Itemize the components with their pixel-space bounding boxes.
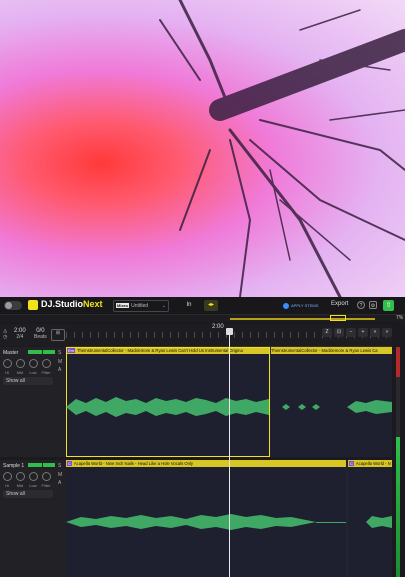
loop-icon[interactable]: ◂▸ bbox=[204, 300, 218, 311]
knob-label: Low bbox=[29, 370, 37, 375]
time-display: 2:00 2/4 bbox=[14, 328, 26, 340]
filter-knob[interactable] bbox=[42, 472, 51, 481]
metronome-icon[interactable]: ◬ ◷ bbox=[3, 328, 7, 340]
eq-mid-knob[interactable] bbox=[16, 359, 25, 368]
project-selector[interactable]: Mixes Untitled ⌄ bbox=[113, 300, 169, 312]
solo-button[interactable]: S bbox=[58, 463, 61, 469]
clip-title: Acapella World - N bbox=[355, 461, 391, 466]
eq-mid-knob[interactable] bbox=[16, 472, 25, 481]
knob-label: Mid bbox=[16, 483, 24, 488]
show-all-select[interactable]: Show all bbox=[3, 377, 53, 385]
skip-back-button[interactable]: « bbox=[370, 328, 380, 337]
key-tag: C bbox=[349, 461, 354, 466]
knob-label: Mid bbox=[16, 370, 24, 375]
dj-studio-logo-icon bbox=[28, 300, 38, 310]
clip-header[interactable]: TheInstrumentalCollector - Macklemore & … bbox=[271, 347, 392, 354]
level-meter-right bbox=[43, 463, 55, 467]
eq-hi-knob[interactable] bbox=[3, 359, 12, 368]
clip-title: Acapella World - Nine Inch Nails - Head … bbox=[73, 461, 193, 466]
chevron-down-icon: ⌄ bbox=[161, 303, 166, 309]
in-point-button[interactable]: In bbox=[183, 300, 195, 311]
eq-hi-knob[interactable] bbox=[3, 472, 12, 481]
project-name: Untitled bbox=[131, 303, 149, 309]
track-header-master: Master S M A Hi Mid Low Filter Show all bbox=[0, 347, 66, 457]
show-all-select[interactable]: Show all bbox=[3, 490, 53, 498]
overview-timeline bbox=[230, 318, 375, 320]
clip-header[interactable]: C Acapella World - N bbox=[348, 460, 392, 467]
filter-knob[interactable] bbox=[42, 359, 51, 368]
level-meter bbox=[28, 350, 42, 354]
beats-display: 0/0 Beats bbox=[34, 328, 47, 340]
mix-overview[interactable]: 7% bbox=[0, 315, 405, 322]
eq-low-knob[interactable] bbox=[29, 472, 38, 481]
meter-fill bbox=[396, 437, 400, 577]
settings-icon[interactable]: ⚙ bbox=[369, 301, 377, 309]
zoom-out-button[interactable]: − bbox=[346, 328, 356, 337]
ruler-time-label: 2:00 bbox=[212, 324, 224, 330]
level-meter bbox=[28, 463, 42, 467]
eq-low-knob[interactable] bbox=[29, 359, 38, 368]
zoom-in-button[interactable]: + bbox=[358, 328, 368, 337]
tree-branches-image bbox=[159, 0, 405, 297]
app-brand: DJ.StudioNext bbox=[41, 299, 103, 309]
track-header-sample: Sample 1 S M A Hi Mid Low Filter Show al… bbox=[0, 460, 66, 577]
lock-icon[interactable]: ⊡ bbox=[334, 328, 344, 337]
knob-label: Hi bbox=[5, 370, 9, 375]
grid-toggle[interactable]: ⊞ bbox=[51, 329, 65, 341]
clip-header[interactable]: C Acapella World - Nine Inch Nails - Head… bbox=[66, 460, 346, 467]
knob-label: Low bbox=[29, 483, 37, 488]
snap-button[interactable]: Z bbox=[322, 328, 332, 337]
mute-button[interactable]: M bbox=[58, 472, 62, 478]
eq-knobs: Hi Mid Low Filter bbox=[3, 472, 57, 488]
master-level-meter bbox=[396, 347, 400, 577]
clip-indicator bbox=[396, 347, 400, 377]
video-preview bbox=[0, 0, 405, 297]
zoom-level: 7% bbox=[396, 315, 404, 321]
knob-label: Filter bbox=[41, 483, 51, 488]
playhead[interactable] bbox=[229, 332, 230, 577]
knob-label: Filter bbox=[41, 370, 51, 375]
track-name[interactable]: Master bbox=[3, 350, 18, 356]
apply-stems-button[interactable]: APPLY STEMS bbox=[283, 300, 327, 311]
stems-icon bbox=[283, 302, 289, 309]
transport-panel: ◬ ◷ 2:00 2/4 0/0 Beats ⊞ bbox=[0, 324, 66, 346]
auto-button[interactable]: A bbox=[58, 480, 61, 486]
sidebar-toggle[interactable] bbox=[4, 301, 22, 310]
overview-viewport[interactable] bbox=[330, 315, 346, 321]
clip-title: TheInstrumentalCollector - Macklemore & … bbox=[271, 348, 378, 353]
level-meter-right bbox=[43, 350, 55, 354]
export-button[interactable]: Export bbox=[331, 301, 348, 307]
key-tag: C bbox=[67, 461, 72, 466]
eq-knobs: Hi Mid Low Filter bbox=[3, 359, 57, 375]
project-badge: Mixes bbox=[116, 303, 130, 309]
knob-label: Hi bbox=[5, 483, 9, 488]
solo-button[interactable]: S bbox=[58, 350, 61, 356]
skip-forward-button[interactable]: » bbox=[382, 328, 392, 337]
track-name[interactable]: Sample 1 bbox=[3, 463, 24, 469]
share-button[interactable]: ⇧ bbox=[383, 300, 394, 311]
mute-button[interactable]: M bbox=[58, 359, 62, 365]
top-bar: DJ.StudioNext Mixes Untitled ⌄ In ◂▸ APPL… bbox=[0, 297, 405, 315]
auto-button[interactable]: A bbox=[58, 367, 61, 373]
help-icon[interactable]: ? bbox=[357, 301, 365, 309]
